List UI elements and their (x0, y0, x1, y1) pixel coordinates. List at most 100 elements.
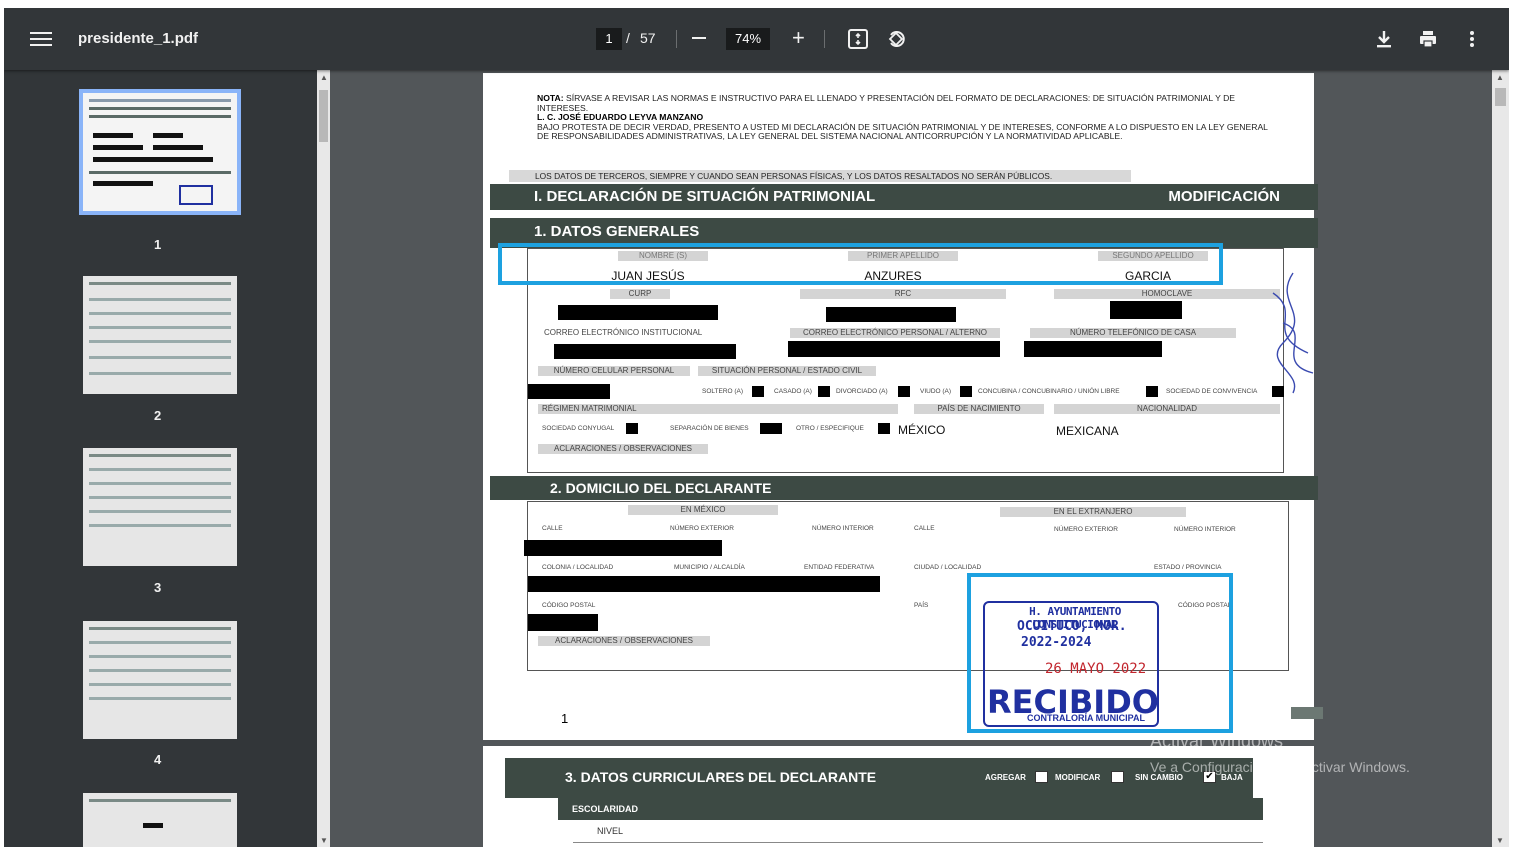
page-thumbnail-3[interactable] (83, 448, 237, 566)
checkbox-agregar[interactable] (1035, 771, 1048, 783)
zoom-in-icon[interactable]: + (792, 27, 805, 49)
checkbox-separacion-bienes[interactable] (760, 423, 782, 434)
scroll-down-icon[interactable]: ▼ (320, 836, 328, 845)
label-rfc: RFC (800, 289, 1006, 299)
toolbar-divider (824, 30, 825, 48)
label-divorciado: DIVORCIADO (A) (836, 388, 888, 395)
thumbnail-label: 4 (154, 752, 162, 767)
thumbnail-label: 2 (154, 408, 162, 423)
download-icon[interactable] (1372, 27, 1396, 51)
page-thumbnail-5[interactable] (83, 793, 237, 847)
scroll-down-icon[interactable]: ▼ (1496, 836, 1504, 845)
highlight-box-name (498, 243, 1223, 285)
menu-icon[interactable] (30, 28, 52, 50)
scroll-up-icon[interactable]: ▲ (1496, 73, 1504, 82)
fit-page-icon[interactable] (846, 27, 870, 51)
checkbox-sociedad-conyugal[interactable] (626, 423, 638, 434)
label-numero-exterior: NÚMERO EXTERIOR (670, 525, 734, 532)
label-curp: CURP (610, 289, 670, 299)
sidebar-scrollbar[interactable] (317, 70, 330, 847)
page-thumbnail-4[interactable] (83, 621, 237, 739)
label-sociedad-conyugal: SOCIEDAD CONYUGAL (542, 425, 615, 432)
handwritten-signature (1272, 272, 1314, 394)
label-regimen: RÉGIMEN MATRIMONIAL (538, 404, 898, 414)
viewer-scrollbar[interactable] (1492, 70, 1509, 847)
label-separacion-bienes: SEPARACIÓN DE BIENES (670, 425, 749, 432)
checkbox-casado[interactable] (818, 386, 830, 397)
scroll-up-icon[interactable]: ▲ (320, 73, 328, 82)
label-soltero: SOLTERO (A) (702, 388, 744, 395)
label-nacionalidad: NACIONALIDAD (1054, 404, 1280, 414)
value-pais: MÉXICO (898, 423, 946, 437)
viewer-scrollbar-thumb[interactable] (1495, 88, 1506, 106)
redacted-rfc (826, 307, 956, 322)
checkbox-modificar[interactable] (1111, 771, 1124, 783)
checkbox-soltero[interactable] (752, 386, 764, 397)
label-en-mexico: EN MÉXICO (628, 505, 778, 515)
option-modificar: MODIFICAR (1055, 773, 1101, 782)
checkbox-viudo[interactable] (960, 386, 972, 397)
label-calle: CALLE (542, 525, 563, 532)
declaration-type: MODIFICACIÓN (1168, 188, 1280, 205)
toolbar: presidente_1.pdf 1 / 57 74% + (4, 8, 1509, 70)
label-en-extranjero: EN EL EXTRANJERO (1000, 507, 1186, 517)
redacted-homoclave (1110, 301, 1182, 319)
page-separator: / (626, 30, 630, 46)
label-homoclave: HOMOCLAVE (1054, 289, 1280, 299)
nota-paragraph: NOTA: SÍRVASE A REVISAR LAS NORMAS E INS… (537, 93, 1277, 142)
page-thumbnail-2[interactable] (83, 276, 237, 394)
file-name: presidente_1.pdf (78, 30, 199, 47)
datos-curriculares-title: 3. DATOS CURRICULARES DEL DECLARANTE (565, 769, 877, 785)
redacted-curp (558, 305, 718, 320)
label-correo-institucional: CORREO ELECTRÓNICO INSTITUCIONAL (544, 328, 703, 337)
label-colonia: COLONIA / LOCALIDAD (542, 564, 614, 571)
checkbox-divorciado[interactable] (898, 386, 910, 397)
option-agregar: AGREGAR (985, 773, 1026, 782)
label-aclaraciones-domicilio: ACLARACIONES / OBSERVACIONES (538, 636, 710, 646)
domicilio-band: 2. DOMICILIO DEL DECLARANTE (490, 476, 1318, 500)
label-pais: PAÍS (914, 602, 929, 609)
rotate-icon[interactable] (884, 27, 908, 51)
datos-curriculares-band: 3. DATOS CURRICULARES DEL DECLARANTE AGR… (505, 758, 1253, 798)
checkbox-otro[interactable] (878, 423, 890, 434)
label-aclaraciones: ACLARACIONES / OBSERVACIONES (538, 444, 708, 454)
redacted-telefono (1024, 341, 1162, 357)
label-sociedad-convivencia: SOCIEDAD DE CONVIVENCIA (1166, 388, 1258, 395)
windows-activation-watermark: Activar Windows (1150, 731, 1284, 751)
checkbox-concubina[interactable] (1146, 386, 1158, 397)
redacted-colonia (528, 576, 880, 592)
label-estado: ESTADO / PROVINCIA (1154, 564, 1222, 571)
section-band: I. DECLARACIÓN DE SITUACIÓN PATRIMONIAL … (490, 184, 1318, 210)
nota-label: NOTA: (537, 93, 564, 103)
redacted-codigo-postal (528, 614, 598, 631)
total-pages: 57 (640, 30, 656, 46)
more-options-icon[interactable] (1460, 27, 1484, 51)
zoom-out-icon[interactable] (692, 37, 706, 39)
highlight-box-stamp (967, 573, 1233, 733)
label-numero-interior: NÚMERO INTERIOR (812, 525, 874, 532)
page-number-input[interactable]: 1 (596, 28, 622, 50)
label-viudo: VIUDO (A) (920, 388, 952, 395)
zoom-level-input[interactable]: 74% (726, 28, 770, 50)
label-celular: NÚMERO CELULAR PERSONAL (538, 366, 690, 376)
privacy-notice: LOS DATOS DE TERCEROS, SIEMPRE Y CUANDO … (509, 170, 1131, 182)
print-icon[interactable] (1416, 27, 1440, 51)
toolbar-divider (676, 30, 677, 48)
label-calle-extranjero: CALLE (914, 525, 935, 532)
label-municipio: MUNICIPIO / ALCALDÍA (674, 564, 745, 571)
addressee: L. C. JOSÉ EDUARDO LEYVA MANZANO (537, 112, 704, 122)
label-numero-exterior-extranjero: NÚMERO EXTERIOR (1054, 526, 1118, 533)
label-situacion: SITUACIÓN PERSONAL / ESTADO CIVIL (698, 366, 876, 376)
nota-text: SÍRVASE A REVISAR LAS NORMAS E INSTRUCTI… (537, 93, 1236, 113)
page-thumbnail-1[interactable] (79, 89, 241, 215)
label-correo-personal: CORREO ELECTRÓNICO PERSONAL / ALTERNO (790, 328, 1000, 338)
sidebar-scrollbar-thumb[interactable] (319, 90, 328, 142)
thumbnail-sidebar: 1 2 3 4 ▲ ▼ (4, 70, 330, 847)
label-ciudad: CIUDAD / LOCALIDAD (914, 564, 982, 571)
label-telefono-casa: NÚMERO TELEFÓNICO DE CASA (1030, 328, 1236, 338)
redacted-correo-institucional (554, 344, 736, 359)
label-concubina: CONCUBINA / CONCUBINARIO / UNIÓN LIBRE (978, 388, 1120, 395)
escolaridad-band: ESCOLARIDAD (558, 798, 1263, 820)
redacted-celular (528, 384, 610, 399)
protesta-text: BAJO PROTESTA DE DECIR VERDAD, PRESENTO … (537, 121, 1268, 141)
